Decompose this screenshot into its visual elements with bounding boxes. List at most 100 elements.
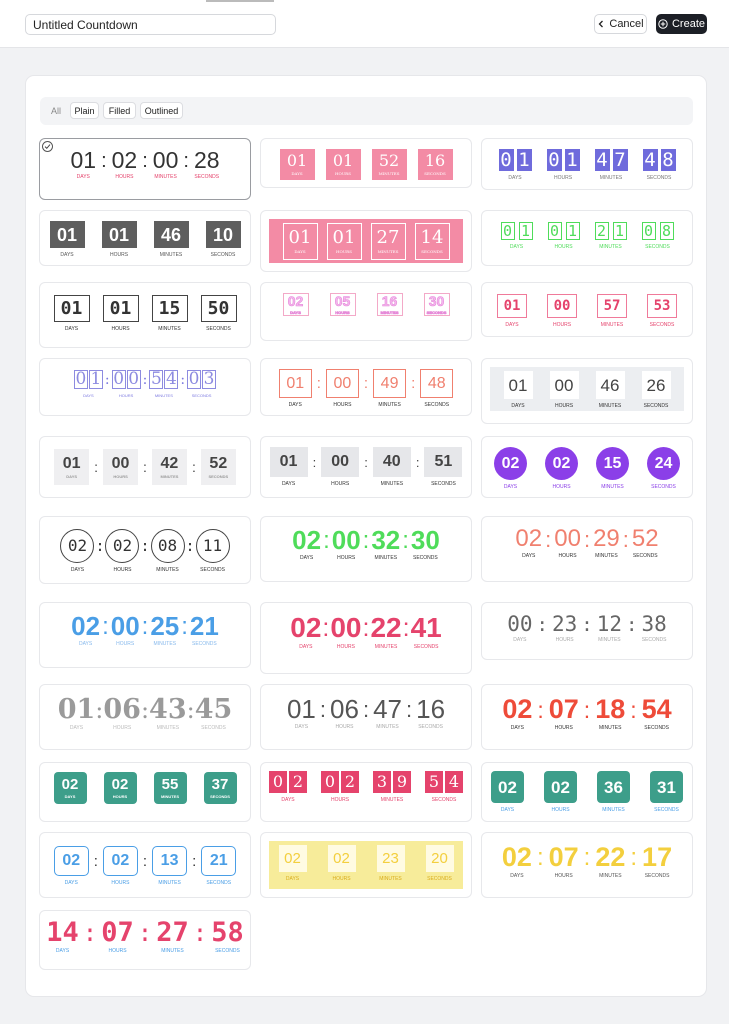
countdown-template-card[interactable]: 14 DAYS:07 HOURS:27 MINUTES:58 SECONDS [39,910,251,970]
countdown-display: 02 DAYS 02 HOURS 15 MINUTES 24 SECONDS [482,447,692,490]
countdown-template-card[interactable]: 01 DAYS 00 HOURS 46 MINUTES 26 SECONDS [481,358,693,424]
unit-seconds: 14 SECONDS [414,223,450,260]
countdown-template-card[interactable]: 02 DAYS 02 HOURS 36 MINUTES 31 SECONDS [481,762,693,822]
countdown-template-card[interactable]: 02 DAYS:07 HOURS:22 MINUTES:17 SECONDS [481,832,693,898]
countdown-template-card[interactable]: 02 DAYS 02 HOURS 55 MINUTES 37 SECONDS [39,762,251,822]
unit-minutes: 15 MINUTES [151,295,188,332]
countdown-template-card[interactable]: 01 DAYS 01 HOURS 52 MINUTES 16 SECONDS [260,138,472,188]
countdown-template-card[interactable]: 00 DAYS:23 HOURS:12 MINUTES:38 SECONDS [481,602,693,660]
unit-minutes: 5 4 MINUTES [149,370,179,398]
minutes-value: 00 [152,147,179,173]
hours-digits: 01 [332,151,354,170]
tab-outlined[interactable]: Outlined [140,102,183,119]
countdown-title-input[interactable] [25,14,276,35]
countdown-template-card[interactable]: 02 DAYS 05 HOURS 16 MINUTES 30 SECONDS [260,282,472,341]
unit-hours: 01 HOURS [546,149,580,181]
seconds-value: 30 [410,525,440,555]
countdown-template-card[interactable]: 02 DAYS 02 HOURS 15 MINUTES 24 SECONDS [481,436,693,498]
digit-cell: 2 [289,771,307,793]
digit-cell: 1 [565,222,580,240]
colon-separator: : [186,696,195,725]
days-label: DAYS [64,880,78,886]
unit-minutes: 00 MINUTES [153,149,179,180]
minutes-label: MINUTES [154,393,173,398]
colon-separator: : [411,375,416,392]
countdown-template-card[interactable]: 02 DAYS:00 HOURS:22 MINUTES:41 SECONDS [260,602,472,674]
hours-value: 00 [325,369,359,398]
unit-minutes: 40 MINUTES [372,447,411,487]
tab-all[interactable]: All [46,102,66,119]
colon-separator: : [141,612,149,640]
cancel-button[interactable]: Cancel [594,14,647,34]
countdown-template-card[interactable]: 01 DAYS:02 HOURS:00 MINUTES:28 SECONDS [39,138,251,200]
seconds-value: 31 [650,771,683,803]
countdown-template-card[interactable]: 02 DAYS:02 HOURS:08 MINUTES:11 SECONDS [39,516,251,584]
minutes-value: 25 [150,611,180,641]
hours-value: 01 [101,221,137,248]
seconds-label: SECONDS [644,725,670,731]
colon-separator: : [104,371,110,388]
hours-value: 01 HOURS [325,149,361,180]
unit-minutes: 57 MINUTES [597,294,627,328]
countdown-template-card[interactable]: 01 DAYS:00 HOURS:42 MINUTES:52 SECONDS [39,436,251,498]
countdown-template-card[interactable]: 01 DAYS:00 HOURS:40 MINUTES:51 SECONDS [260,436,472,498]
countdown-template-card[interactable]: 02 DAYS:00 HOURS:25 MINUTES:21 SECONDS [39,602,251,668]
days-label: DAYS [288,402,302,408]
digit-cell: 3 [373,771,391,793]
create-label: Create [671,18,706,30]
minutes-label: MINUTES [160,473,179,479]
countdown-template-card[interactable]: 01 DAYS 01 HOURS 27 MINUTES 14 SECONDS [260,210,472,272]
countdown-template-card[interactable]: 0 1 DAYS 0 1 HOURS 4 7 MINUTES 4 8 SECONDS [481,138,693,190]
days-value: 02 [290,612,322,643]
minutes-value: 15 [596,447,629,480]
minutes-label: MINUTES [159,252,183,258]
countdown-template-card[interactable]: 02 DAYS:00 HOURS:29 MINUTES:52 SECONDS [481,516,693,582]
countdown-template-card[interactable]: 01 DAYS 01 HOURS 15 MINUTES 50 SECONDS [39,282,251,348]
unit-seconds: 28 SECONDS [194,149,220,180]
unit-days: 02 DAYS [269,771,307,803]
countdown-display: 01 DAYS 01 HOURS 15 MINUTES 50 SECONDS [40,295,250,332]
hours-label: HOURS [108,948,127,954]
colon-separator: : [630,844,638,872]
countdown-template-card[interactable]: 01 DAYS:00 HOURS:49 MINUTES:48 SECONDS [260,358,472,416]
unit-hours: 07 HOURS [549,696,579,731]
hours-label: HOURS [336,644,355,650]
countdown-template-card[interactable]: 0 1 DAYS 0 1 HOURS 2 1 MINUTES 0 8 SECONDS [481,210,693,266]
countdown-template-card[interactable]: 02 DAYS 02 HOURS 23 MINUTES 20 SECONDS [260,832,472,898]
countdown-template-card[interactable]: 02 DAYS:00 HOURS:32 MINUTES:30 SECONDS [260,516,472,582]
hours-label: HOURS [333,402,352,408]
unit-days: 01 DAYS [278,369,312,408]
hours-value: 06 [103,694,141,725]
countdown-template-card[interactable]: 0 2 DAYS 0 2 HOURS 3 9 MINUTES 5 4 SECONDS [260,762,472,822]
minutes-label: MINUTES [161,948,184,954]
seconds-value: 16 SECONDS [417,149,453,180]
countdown-template-card[interactable]: 01 DAYS 00 HOURS 57 MINUTES 53 SECONDS [481,282,693,337]
colon-separator: : [415,454,420,470]
minutes-label: MINUTES [598,725,622,731]
create-button[interactable]: Create [656,14,707,34]
countdown-template-card[interactable]: 01 DAYS:06 HOURS:43 MINUTES:45 SECONDS [39,684,251,750]
tab-filled[interactable]: Filled [103,102,136,119]
unit-hours: 02 HOURS [105,529,140,573]
seconds-label: SECONDS [194,174,220,180]
countdown-display: 14 DAYS:07 HOURS:27 MINUTES:58 SECONDS [40,919,250,954]
hours-digits: 02 [111,776,129,793]
hours-value: 01 HOURS [326,223,362,260]
days-value: 02 [292,525,322,555]
countdown-template-card[interactable]: 01 DAYS:06 HOURS:47 MINUTES:16 SECONDS [260,684,472,750]
days-value: 02 [515,525,543,552]
unit-seconds: 45 SECONDS [195,696,233,731]
tab-plain[interactable]: Plain [70,102,99,119]
days-value: 02 DAYS [53,772,87,804]
countdown-template-card[interactable]: 02 DAYS:07 HOURS:18 MINUTES:54 SECONDS [481,684,693,750]
seconds-value: 53 [647,294,677,318]
unit-minutes: 36 MINUTES [597,771,630,813]
countdown-template-card[interactable]: 0 1 DAYS:0 0 HOURS:5 4 MINUTES:0 3 SECONDS [39,358,251,416]
countdown-template-card[interactable]: 01 DAYS 01 HOURS 46 MINUTES 10 SECONDS [39,210,251,266]
unit-seconds: 11 SECONDS [195,529,230,573]
countdown-template-card[interactable]: 02 DAYS:02 HOURS:13 MINUTES:21 SECONDS [39,832,251,898]
hours-value: 07 [548,694,579,724]
seconds-value: 52 [631,525,659,552]
unit-minutes: 2 1 MINUTES [594,222,627,250]
days-value: 00 [507,612,533,636]
